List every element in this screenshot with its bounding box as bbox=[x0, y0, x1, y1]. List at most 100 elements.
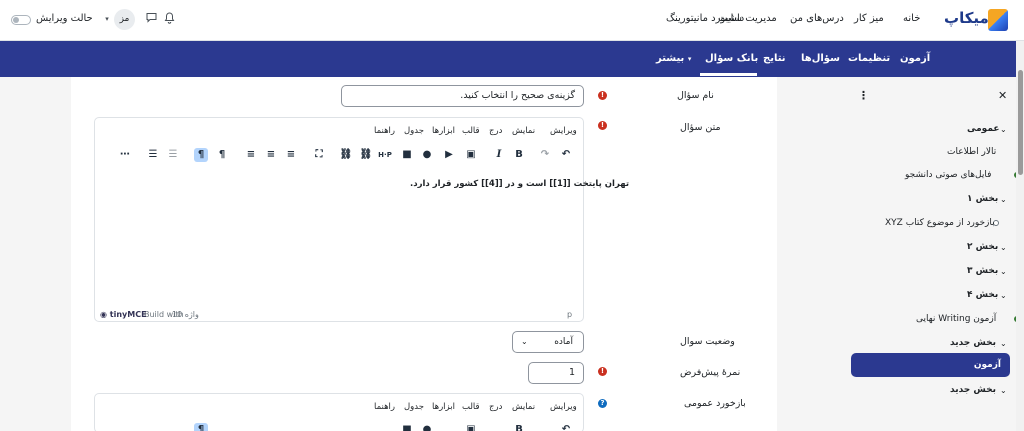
menu-format[interactable]: قالب bbox=[462, 126, 480, 136]
tinymce-logo[interactable]: ◉ tinyMCE bbox=[100, 310, 147, 319]
drawer-section-4[interactable]: بخش ۴ bbox=[967, 290, 998, 300]
drawer-item-audio-files[interactable]: فایل‌های صوتی دانشجو bbox=[905, 170, 991, 180]
close-icon[interactable]: ✕ bbox=[998, 89, 1007, 102]
rtl-icon[interactable]: ¶ bbox=[194, 148, 208, 162]
required-icon: ! bbox=[598, 121, 607, 130]
menu-insert[interactable]: درج bbox=[489, 402, 502, 412]
microphone-icon[interactable]: ● bbox=[420, 423, 434, 431]
chevron-down-icon[interactable]: ⌄ bbox=[1000, 386, 1007, 395]
image-icon[interactable]: ▣ bbox=[464, 423, 478, 431]
media-icon[interactable]: ▶ bbox=[442, 148, 456, 162]
drawer-section-2[interactable]: بخش ۲ bbox=[967, 242, 998, 252]
microphone-icon[interactable]: ● bbox=[420, 148, 434, 162]
user-avatar[interactable]: مز bbox=[114, 9, 135, 30]
indent-icon[interactable]: ☰ bbox=[166, 148, 180, 162]
menu-table[interactable]: جدول bbox=[404, 402, 424, 412]
chevron-down-icon[interactable]: ▾ bbox=[100, 12, 114, 26]
menu-format[interactable]: قالب bbox=[462, 402, 480, 412]
unlink-icon[interactable]: ⛓ bbox=[339, 148, 353, 162]
general-feedback-editor[interactable] bbox=[94, 393, 584, 431]
question-name-input[interactable]: گزینه‌ی صحیح را انتخاب کنید. bbox=[341, 85, 584, 107]
help-icon[interactable]: ? bbox=[598, 399, 607, 408]
drawer-item-writing-exam[interactable]: آزمون Writing نهایی bbox=[916, 314, 996, 324]
drawer-section-1[interactable]: بخش ۱ bbox=[967, 194, 998, 204]
menu-edit[interactable]: ویرایش bbox=[550, 402, 577, 412]
rtl-icon[interactable]: ¶ bbox=[194, 423, 208, 431]
nav-monitoring-dashboard[interactable]: داشبورد مانیتورینگ bbox=[666, 13, 744, 24]
ltr-icon[interactable]: ¶ bbox=[215, 148, 229, 162]
align-center-icon[interactable]: ≡ bbox=[264, 148, 278, 162]
chevron-down-icon[interactable]: ⌄ bbox=[1000, 195, 1007, 204]
chevron-down-icon: ▾ bbox=[687, 55, 692, 63]
menu-tools[interactable]: ابزارها bbox=[432, 126, 455, 136]
menu-edit[interactable]: ویرایش bbox=[550, 126, 577, 136]
link-icon[interactable]: ⛓ bbox=[359, 148, 373, 162]
chevron-down-icon[interactable]: ⌄ bbox=[1000, 339, 1007, 348]
image-icon[interactable]: ▣ bbox=[464, 148, 478, 162]
chevron-down-icon[interactable]: ⌄ bbox=[1000, 267, 1007, 276]
tab-question-bank[interactable]: بانک سؤال bbox=[705, 53, 758, 64]
drawer-section-new-2[interactable]: بخش جدید bbox=[950, 385, 996, 395]
site-logo-icon[interactable] bbox=[988, 9, 1008, 31]
tab-more[interactable]: بیشتر ▾ bbox=[656, 53, 691, 64]
menu-table[interactable]: جدول bbox=[404, 126, 424, 136]
video-icon[interactable]: ■ bbox=[400, 423, 414, 431]
nav-dashboard[interactable]: میز کار bbox=[854, 13, 884, 24]
drawer-item-announcements[interactable]: تالار اطلاعات bbox=[947, 147, 996, 157]
undo-icon[interactable]: ↶ bbox=[559, 148, 573, 162]
chevron-down-icon[interactable]: ⌄ bbox=[1000, 291, 1007, 300]
fullscreen-icon[interactable]: ⛶ bbox=[312, 148, 326, 162]
chat-icon[interactable] bbox=[144, 12, 158, 26]
undo-icon[interactable]: ↶ bbox=[559, 423, 573, 431]
bold-icon[interactable]: B bbox=[512, 148, 526, 162]
italic-icon[interactable]: I bbox=[492, 148, 506, 162]
default-mark-input[interactable]: 1 bbox=[528, 362, 584, 384]
top-navbar: میکاپ خانه میز کار درس‌های من مدیریت سای… bbox=[0, 0, 1024, 41]
h5p-icon[interactable]: H·P bbox=[378, 148, 392, 162]
drawer-section-general[interactable]: عمومی bbox=[967, 124, 1000, 134]
build-with-label: Build with bbox=[144, 310, 184, 319]
nav-my-courses[interactable]: درس‌های من bbox=[790, 13, 844, 24]
tab-results[interactable]: نتایج bbox=[763, 53, 786, 64]
tab-quiz[interactable]: آزمون bbox=[900, 53, 930, 64]
drawer-section-3[interactable]: بخش ۳ bbox=[967, 266, 998, 276]
bold-icon[interactable]: B bbox=[512, 423, 526, 431]
question-status-label: وضعیت سوال bbox=[680, 336, 735, 347]
menu-help[interactable]: راهنما bbox=[374, 126, 395, 136]
nav-home[interactable]: خانه bbox=[903, 13, 920, 24]
tab-settings[interactable]: تنظیمات bbox=[848, 53, 890, 64]
question-name-label: نام سؤال bbox=[677, 90, 714, 101]
drawer-section-new[interactable]: بخش جدید bbox=[950, 338, 996, 348]
chevron-down-icon[interactable]: ⌄ bbox=[1000, 243, 1007, 252]
menu-insert[interactable]: درج bbox=[489, 126, 502, 136]
align-right-icon[interactable]: ≡ bbox=[244, 148, 258, 162]
tab-questions[interactable]: سؤال‌ها bbox=[801, 53, 840, 64]
video-icon[interactable]: ■ bbox=[400, 148, 414, 162]
more-icon[interactable]: ⋯ bbox=[118, 148, 132, 162]
editor-content[interactable]: تهران پایتخت [[1]] است و در [[4]] کشور ق… bbox=[410, 179, 629, 189]
active-tab-indicator bbox=[700, 73, 757, 76]
scrollbar-thumb[interactable] bbox=[1018, 70, 1023, 175]
tab-more-label: بیشتر bbox=[656, 53, 685, 64]
default-mark-label: نمرهٔ پیش‌فرض bbox=[680, 367, 741, 378]
menu-tools[interactable]: ابزارها bbox=[432, 402, 455, 412]
chevron-down-icon[interactable]: ⌄ bbox=[1000, 125, 1007, 134]
menu-view[interactable]: نمایش bbox=[512, 126, 535, 136]
bell-icon[interactable] bbox=[162, 12, 176, 26]
question-status-select[interactable]: آماده ⌄ bbox=[512, 331, 584, 353]
kebab-menu-icon[interactable]: ⋮ bbox=[858, 89, 869, 102]
drawer-item-quiz[interactable]: آزمون bbox=[851, 360, 1001, 370]
required-icon: ! bbox=[598, 91, 607, 100]
align-left-icon[interactable]: ≡ bbox=[284, 148, 298, 162]
outdent-icon[interactable]: ☰ bbox=[146, 148, 160, 162]
edit-mode-label: حالت ویرایش bbox=[36, 13, 93, 24]
redo-icon[interactable]: ↷ bbox=[538, 148, 552, 162]
tinymce-icon: ◉ bbox=[100, 310, 107, 319]
tinymce-label: tinyMCE bbox=[109, 310, 147, 319]
site-logo-text[interactable]: میکاپ bbox=[944, 9, 989, 27]
drawer-item-feedback[interactable]: بازخورد از موضوع کتاب XYZ bbox=[885, 218, 995, 228]
edit-mode-toggle[interactable] bbox=[11, 15, 31, 25]
question-status-value: آماده bbox=[554, 337, 573, 347]
menu-view[interactable]: نمایش bbox=[512, 402, 535, 412]
menu-help[interactable]: راهنما bbox=[374, 402, 395, 412]
